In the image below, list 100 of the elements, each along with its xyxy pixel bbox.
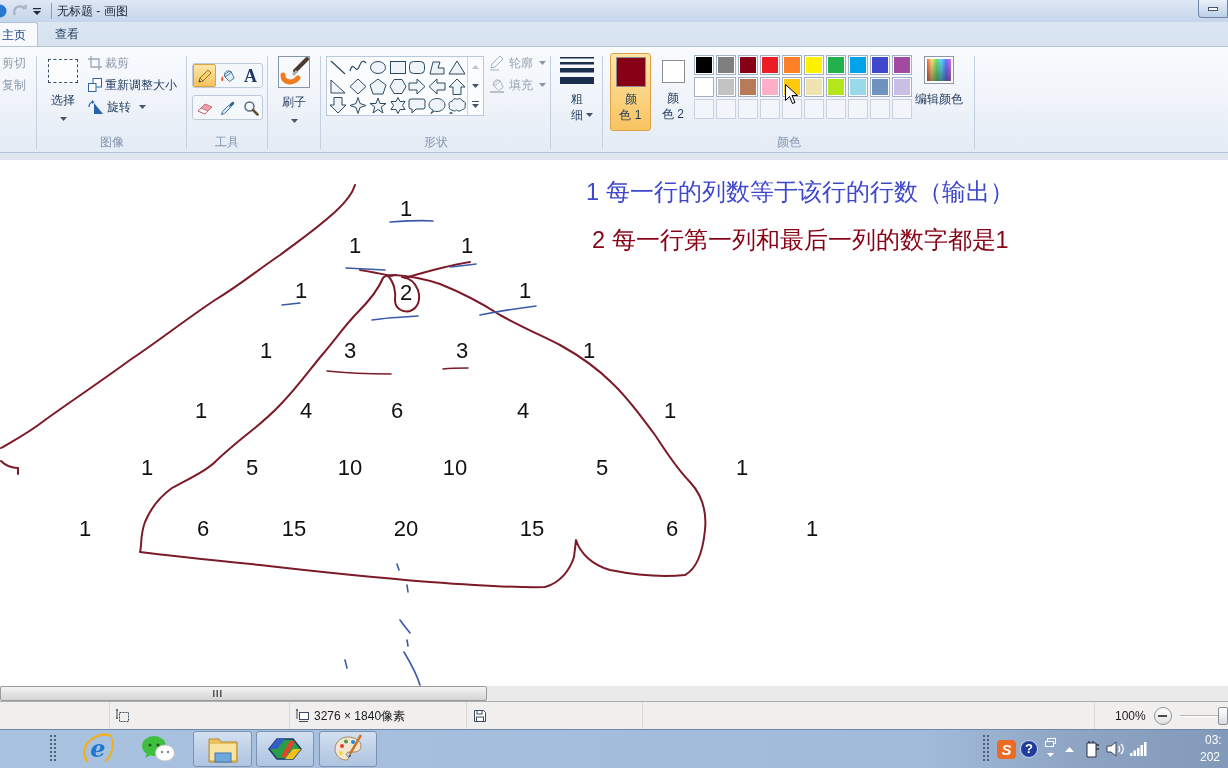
rectangular-callout-icon[interactable] <box>408 97 427 114</box>
color-swatch-icon[interactable] <box>738 55 758 75</box>
caret-up-icon[interactable] <box>1065 746 1074 752</box>
canvas-size-text: 3276 × 1840像素 <box>314 707 406 725</box>
caret-icon <box>139 105 146 109</box>
window-arrange-icon[interactable] <box>1043 738 1058 760</box>
brushes-button[interactable]: 刷子 <box>278 56 310 123</box>
color-swatch-icon[interactable] <box>848 77 868 97</box>
taskbar-button[interactable] <box>256 731 314 767</box>
rounded-rectangle-icon[interactable] <box>408 59 427 76</box>
oval-callout-icon[interactable] <box>428 97 447 114</box>
select-button[interactable]: 选择 <box>46 59 80 121</box>
color-swatch-icon[interactable] <box>760 77 780 97</box>
paint-bucket-icon <box>219 67 236 84</box>
color-swatch-icon[interactable] <box>694 77 714 97</box>
secondary-color-button[interactable]: 颜 色 2 <box>659 53 687 131</box>
hexagon-icon[interactable] <box>388 78 407 95</box>
five-point-star-icon[interactable] <box>368 97 387 114</box>
resize-button[interactable]: 重新调整大小 <box>88 74 177 96</box>
triangle-number: 5 <box>595 457 609 479</box>
color-swatch-icon[interactable] <box>804 55 824 75</box>
empty-color-slot[interactable] <box>738 99 758 119</box>
empty-color-slot[interactable] <box>804 99 824 119</box>
cloud-callout-icon[interactable] <box>448 97 467 114</box>
line-icon[interactable] <box>328 59 347 76</box>
ribbon-tab[interactable]: 查看 <box>53 22 91 46</box>
size-button[interactable]: 粗 细 <box>559 57 594 123</box>
empty-color-slot[interactable] <box>892 99 912 119</box>
canvas-size-icon <box>296 709 309 722</box>
group-label: 形状 <box>423 134 448 150</box>
triangle-number: 1 <box>348 235 362 257</box>
color-swatch-icon[interactable] <box>694 55 714 75</box>
note-text: 2 每一行第一列和最后一列的数字都是1 <box>592 229 1009 253</box>
oval-icon[interactable] <box>368 59 387 76</box>
down-arrow-icon[interactable] <box>328 97 347 114</box>
color-swatch-icon[interactable] <box>892 77 912 97</box>
color-swatch-icon[interactable] <box>738 77 758 97</box>
color-swatch-icon[interactable] <box>804 77 824 97</box>
empty-color-slot[interactable] <box>826 99 846 119</box>
triangle-number: 1 <box>663 400 677 422</box>
primary-color-button[interactable]: 颜 色 1 <box>610 53 651 131</box>
taskbar-button[interactable] <box>319 731 377 767</box>
undo-icon[interactable] <box>0 4 7 18</box>
color-swatch-icon[interactable] <box>760 55 780 75</box>
grip-icon <box>213 690 222 697</box>
help-icon[interactable]: ? <box>1020 740 1038 758</box>
color-swatch-icon[interactable] <box>716 55 736 75</box>
zoom-level: 100% <box>1115 707 1146 725</box>
four-point-star-icon[interactable] <box>348 97 367 114</box>
empty-color-slot[interactable] <box>694 99 714 119</box>
empty-color-slot[interactable] <box>760 99 780 119</box>
color-swatch-icon[interactable] <box>870 55 890 75</box>
triangle-icon[interactable] <box>448 59 467 76</box>
left-arrow-icon[interactable] <box>428 78 447 95</box>
minus-icon <box>1158 714 1168 717</box>
signal-bars-icon[interactable] <box>1130 742 1147 756</box>
right-arrow-icon[interactable] <box>408 78 427 95</box>
triangle-number: 1 <box>140 457 154 479</box>
drawing-canvas[interactable]: 1 每一行的列数等于该行的行数（输出） 2 每一行第一列和最后一列的数字都是1 1 1 1 1 2 1 1 3 3 1 1 4 6 4 1 1 5 10 10 5 1 1 6 15 20 15 6 1 <box>0 153 1228 686</box>
six-point-star-icon[interactable] <box>388 97 407 114</box>
pentagon-icon[interactable] <box>368 78 387 95</box>
zoom-slider[interactable] <box>1179 705 1228 726</box>
color-swatch-icon[interactable] <box>826 77 846 97</box>
speaker-icon[interactable] <box>1106 740 1125 758</box>
colorful-blocks-icon <box>268 737 302 761</box>
rectangle-icon[interactable] <box>388 59 407 76</box>
zoom-slider-thumb[interactable] <box>1218 706 1228 725</box>
paintbrush-icon <box>278 56 310 88</box>
up-arrow-icon[interactable] <box>448 78 467 95</box>
color-swatch-icon[interactable] <box>848 55 868 75</box>
zoom-out-button[interactable] <box>1153 706 1172 725</box>
minimize-button[interactable] <box>1198 0 1228 18</box>
color-swatch-icon[interactable] <box>782 55 802 75</box>
empty-color-slot[interactable] <box>716 99 736 119</box>
caret-icon <box>539 83 546 87</box>
power-plug-icon[interactable] <box>1085 739 1100 759</box>
polygon-icon[interactable] <box>428 59 447 76</box>
color-swatch-icon[interactable] <box>892 55 912 75</box>
rotate-button[interactable]: 旋转 <box>88 96 146 118</box>
triangle-number: 1 <box>735 457 749 479</box>
taskbar-button[interactable] <box>193 731 252 767</box>
scrollbar-thumb[interactable] <box>0 686 487 701</box>
tool-button[interactable] <box>193 64 216 87</box>
color-swatch-icon[interactable] <box>870 77 890 97</box>
color-swatch-icon[interactable] <box>716 77 736 97</box>
diamond-icon[interactable] <box>348 78 367 95</box>
color-swatch-icon[interactable] <box>826 55 846 75</box>
empty-color-slot[interactable] <box>848 99 868 119</box>
group-label: 图像 <box>99 134 124 150</box>
window-title: 无标题 - 画图 <box>57 3 128 20</box>
triangle-number: 1 <box>194 400 208 422</box>
edit-colors-button[interactable]: 编辑颜色 <box>913 56 965 107</box>
ribbon-tab[interactable]: 主页 <box>0 22 38 46</box>
right-triangle-icon[interactable] <box>328 78 347 95</box>
triangle-number: 6 <box>196 518 210 540</box>
caret-icon <box>539 61 546 65</box>
empty-color-slot[interactable] <box>870 99 890 119</box>
caret-icon <box>59 117 67 121</box>
horizontal-scrollbar[interactable] <box>0 686 1228 701</box>
empty-color-slot[interactable] <box>782 99 802 119</box>
